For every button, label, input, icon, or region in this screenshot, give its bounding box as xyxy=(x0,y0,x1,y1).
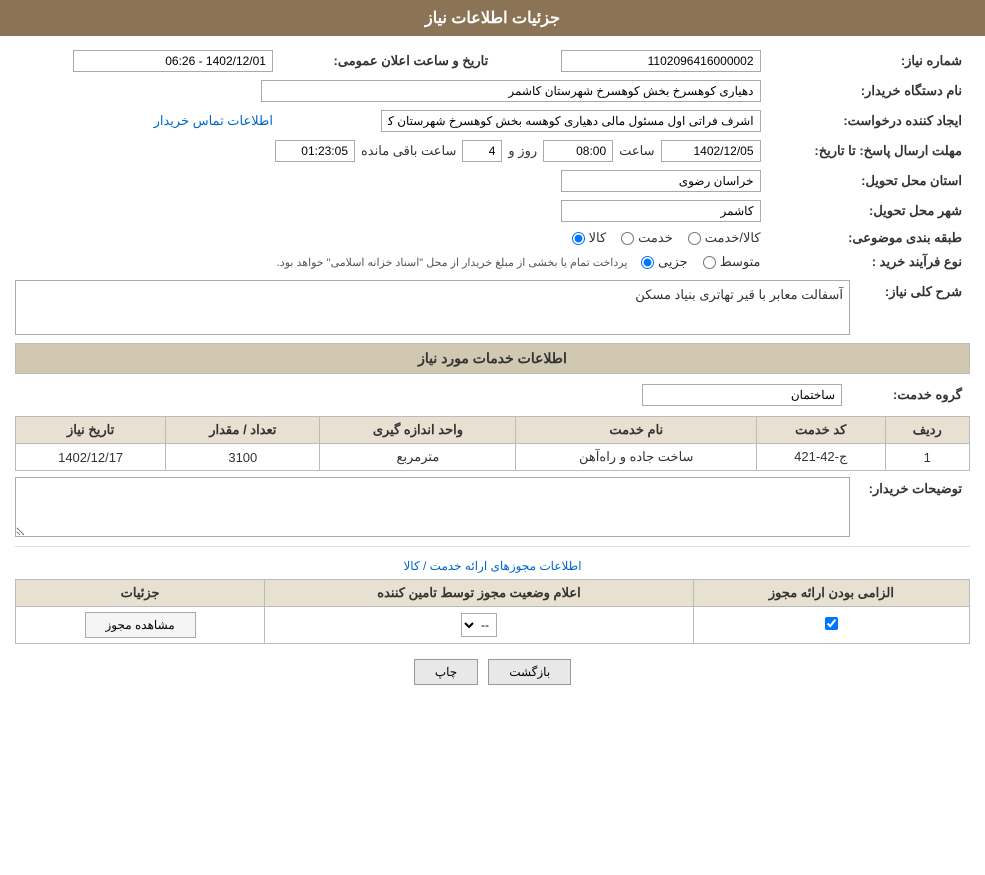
purchase-note: پرداخت تمام یا بخشی از مبلغ خریدار از مح… xyxy=(277,257,628,269)
permissions-table: الزامی بودن ارائه مجوز اعلام وضعیت مجوز … xyxy=(15,579,970,644)
announce-label: تاریخ و ساعت اعلان عمومی: xyxy=(281,46,496,76)
city-input[interactable] xyxy=(561,200,761,222)
page-title: جزئیات اطلاعات نیاز xyxy=(425,10,560,27)
need-desc-section: شرح کلی نیاز: آسفالت معابر با قیر تهاتری… xyxy=(15,280,970,335)
service-group-input[interactable] xyxy=(642,384,842,406)
perm-col-status: اعلام وضعیت مجوز توسط تامین کننده xyxy=(265,580,694,607)
divider-1 xyxy=(15,546,970,547)
col-count: تعداد / مقدار xyxy=(166,417,320,444)
deadline-label: مهلت ارسال پاسخ: تا تاریخ: xyxy=(769,136,970,166)
need-number-input[interactable] xyxy=(561,50,761,72)
main-content: شماره نیاز: تاریخ و ساعت اعلان عمومی: نا… xyxy=(0,36,985,710)
info-table: شماره نیاز: تاریخ و ساعت اعلان عمومی: نا… xyxy=(15,46,970,274)
perm-col-details: جزئیات xyxy=(16,580,265,607)
buyer-org-input[interactable] xyxy=(261,80,761,102)
cell-name: ساخت جاده و راه‌آهن xyxy=(516,444,757,471)
perm-required-cell xyxy=(693,607,969,644)
deadline-day-label: روز و xyxy=(508,143,537,159)
cell-count: 3100 xyxy=(166,444,320,471)
requester-value xyxy=(281,106,769,136)
services-table: ردیف کد خدمت نام خدمت واحد اندازه گیری ت… xyxy=(15,416,970,471)
need-number-value xyxy=(496,46,768,76)
radio-kala-khadamat-input[interactable] xyxy=(688,232,701,245)
deadline-date-input[interactable] xyxy=(661,140,761,162)
need-number-label: شماره نیاز: xyxy=(769,46,970,76)
col-unit: واحد اندازه گیری xyxy=(320,417,516,444)
col-radif: ردیف xyxy=(885,417,969,444)
radio-khadamat-input[interactable] xyxy=(621,232,634,245)
cell-code: ج-42-421 xyxy=(757,444,886,471)
page-wrapper: جزئیات اطلاعات نیاز شماره نیاز: تاریخ و … xyxy=(0,0,985,875)
motawaset-label: متوسط xyxy=(720,254,761,270)
service-group-label: گروه خدمت: xyxy=(850,380,970,410)
radio-jozei-input[interactable] xyxy=(641,256,654,269)
perm-status-cell: -- xyxy=(265,607,694,644)
khadamat-label: خدمت xyxy=(638,230,673,246)
announce-value xyxy=(15,46,281,76)
radio-motawaset-input[interactable] xyxy=(703,256,716,269)
jozei-label: جزیی xyxy=(658,254,688,270)
cell-date: 1402/12/17 xyxy=(16,444,166,471)
col-date: تاریخ نیاز xyxy=(16,417,166,444)
category-radio-group: کالا/خدمت خدمت کالا xyxy=(572,230,761,246)
perm-col-required: الزامی بودن ارائه مجوز xyxy=(693,580,969,607)
view-permit-button[interactable]: مشاهده مجوز xyxy=(85,612,196,638)
requester-input[interactable] xyxy=(381,110,761,132)
radio-kala[interactable]: کالا xyxy=(572,230,607,246)
radio-jozei[interactable]: جزیی xyxy=(641,254,688,270)
cell-radif: 1 xyxy=(885,444,969,471)
deadline-days-input[interactable] xyxy=(462,140,502,162)
perm-required-checkbox[interactable] xyxy=(825,617,838,630)
buttons-row: بازگشت چاپ xyxy=(15,644,970,700)
radio-kala-khadamat[interactable]: کالا/خدمت xyxy=(688,230,761,246)
category-label: طبقه بندی موضوعی: xyxy=(769,226,970,250)
deadline-remaining-input[interactable] xyxy=(275,140,355,162)
perm-row: -- مشاهده مجوز xyxy=(16,607,970,644)
deadline-time-input[interactable] xyxy=(543,140,613,162)
buyer-notes-section: توضیحات خریدار: xyxy=(15,477,970,540)
buyer-org-label: نام دستگاه خریدار: xyxy=(769,76,970,106)
print-button[interactable]: چاپ xyxy=(414,659,478,685)
province-input[interactable] xyxy=(561,170,761,192)
need-desc-value: آسفالت معابر با قیر تهاتری بنیاد مسکن xyxy=(635,287,843,302)
buyer-notes-label: توضیحات خریدار: xyxy=(850,477,970,501)
services-title: اطلاعات خدمات مورد نیاز xyxy=(15,343,970,374)
perm-status-select[interactable]: -- xyxy=(461,613,497,637)
requester-label: ایجاد کننده درخواست: xyxy=(769,106,970,136)
col-name: نام خدمت xyxy=(516,417,757,444)
announce-input[interactable] xyxy=(73,50,273,72)
purchase-type-label: نوع فرآیند خرید : xyxy=(769,250,970,274)
city-label: شهر محل تحویل: xyxy=(769,196,970,226)
need-desc-box: آسفالت معابر با قیر تهاتری بنیاد مسکن xyxy=(15,280,850,335)
need-desc-label: شرح کلی نیاز: xyxy=(850,280,970,304)
cell-unit: مترمربع xyxy=(320,444,516,471)
buyer-notes-textarea[interactable] xyxy=(15,477,850,537)
table-row: 1 ج-42-421 ساخت جاده و راه‌آهن مترمربع 3… xyxy=(16,444,970,471)
radio-motawaset[interactable]: متوسط xyxy=(703,254,761,270)
deadline-time-label: ساعت xyxy=(619,143,654,159)
permissions-link[interactable]: اطلاعات مجوزهای ارائه خدمت / کالا xyxy=(403,559,581,573)
province-label: استان محل تحویل: xyxy=(769,166,970,196)
kala-khadamat-label: کالا/خدمت xyxy=(705,230,761,246)
page-header: جزئیات اطلاعات نیاز xyxy=(0,0,985,36)
contact-link[interactable]: اطلاعات تماس خریدار xyxy=(154,113,273,128)
perm-details-cell: مشاهده مجوز xyxy=(16,607,265,644)
kala-label: کالا xyxy=(589,230,607,246)
deadline-row: ساعت روز و ساعت باقی مانده xyxy=(15,136,769,166)
radio-kala-input[interactable] xyxy=(572,232,585,245)
back-button[interactable]: بازگشت xyxy=(488,659,571,685)
radio-khadamat[interactable]: خدمت xyxy=(621,230,673,246)
buyer-org-value xyxy=(15,76,769,106)
purchase-type-group: متوسط جزیی xyxy=(641,254,761,270)
col-code: کد خدمت xyxy=(757,417,886,444)
deadline-remaining-label: ساعت باقی مانده xyxy=(361,143,456,159)
service-group-table: گروه خدمت: xyxy=(15,380,970,410)
